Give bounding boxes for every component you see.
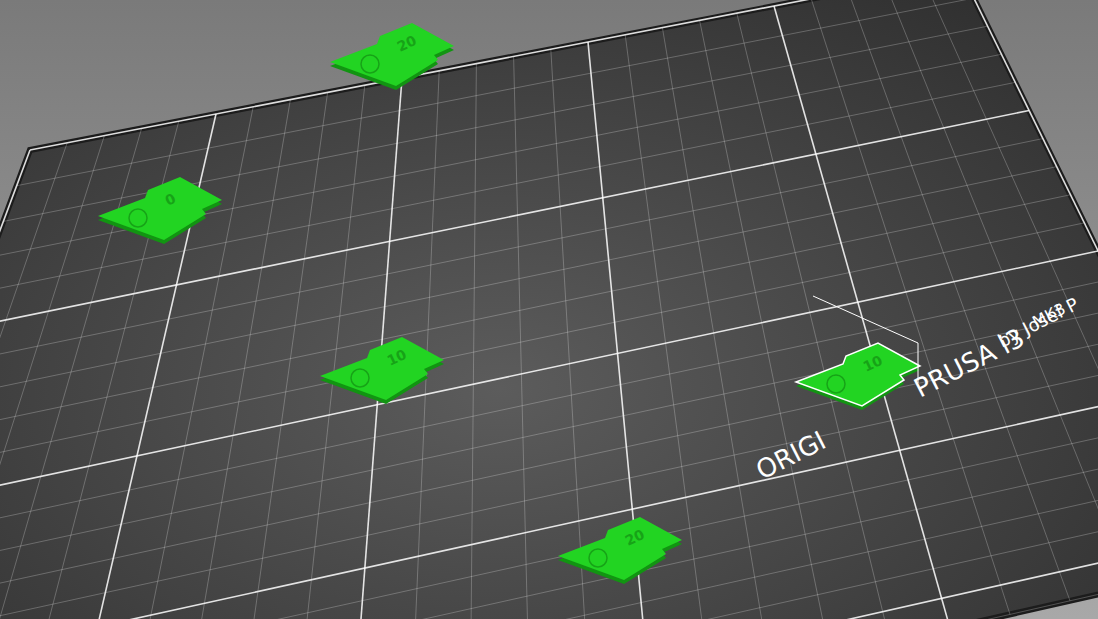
grid-line	[0, 532, 1098, 619]
scene[interactable]: ORIGIPRUSA i3MK3by Josef P 20 0 10 10 20	[0, 0, 1098, 619]
print-object[interactable]: 0	[98, 177, 222, 244]
grid-line	[0, 136, 104, 619]
print-object[interactable]: 10	[796, 296, 920, 410]
grid-line	[470, 64, 476, 619]
grid-line	[737, 13, 890, 619]
grid-line	[960, 0, 1098, 560]
grid-line	[848, 0, 1070, 601]
grid-line	[0, 139, 1043, 365]
object-label: 20	[395, 32, 420, 55]
grid-line	[700, 20, 830, 619]
grid-line	[0, 251, 1098, 507]
grid-line	[551, 49, 590, 619]
object-label: 20	[623, 526, 648, 549]
grid-line	[923, 0, 1098, 574]
logo-text: by Josef P	[994, 293, 1082, 351]
3d-viewport[interactable]: ORIGIPRUSA i3MK3by Josef P 20 0 10 10 20	[0, 0, 1098, 619]
print-object[interactable]: 20	[558, 517, 682, 584]
bed-grid	[0, 0, 1098, 619]
object-label: 10	[861, 352, 886, 375]
bed-logo: ORIGIPRUSA i3MK3by Josef P	[751, 293, 1082, 485]
selection-box	[813, 296, 918, 383]
grid-line	[170, 100, 290, 619]
grid-line	[774, 6, 950, 619]
grid-line	[0, 420, 1098, 619]
grid-line	[0, 560, 1098, 619]
print-object[interactable]: 10	[320, 337, 444, 404]
grid-line	[290, 85, 365, 619]
grid-line	[17, 0, 974, 186]
grid-line	[0, 128, 142, 619]
grid-line	[230, 92, 328, 619]
object-label: 10	[385, 346, 410, 369]
grid-line	[662, 28, 770, 619]
grid-line	[0, 504, 1098, 619]
logo-text: ORIGI	[751, 425, 831, 485]
grid-line	[0, 82, 1015, 292]
grid-line	[30, 0, 960, 150]
grid-line	[0, 363, 1098, 619]
grid-line	[0, 110, 1029, 328]
grid-line	[0, 391, 1098, 619]
grid-line	[0, 54, 1001, 257]
grid-line	[0, 476, 1098, 619]
object-label: 0	[163, 190, 179, 209]
grid-line	[0, 223, 1084, 472]
print-object[interactable]: 20	[330, 23, 454, 90]
grid-line	[0, 448, 1098, 619]
grid-line	[0, 279, 1098, 543]
grid-line	[0, 143, 67, 619]
print-bed	[0, 0, 1098, 619]
grid-line	[886, 0, 1098, 587]
